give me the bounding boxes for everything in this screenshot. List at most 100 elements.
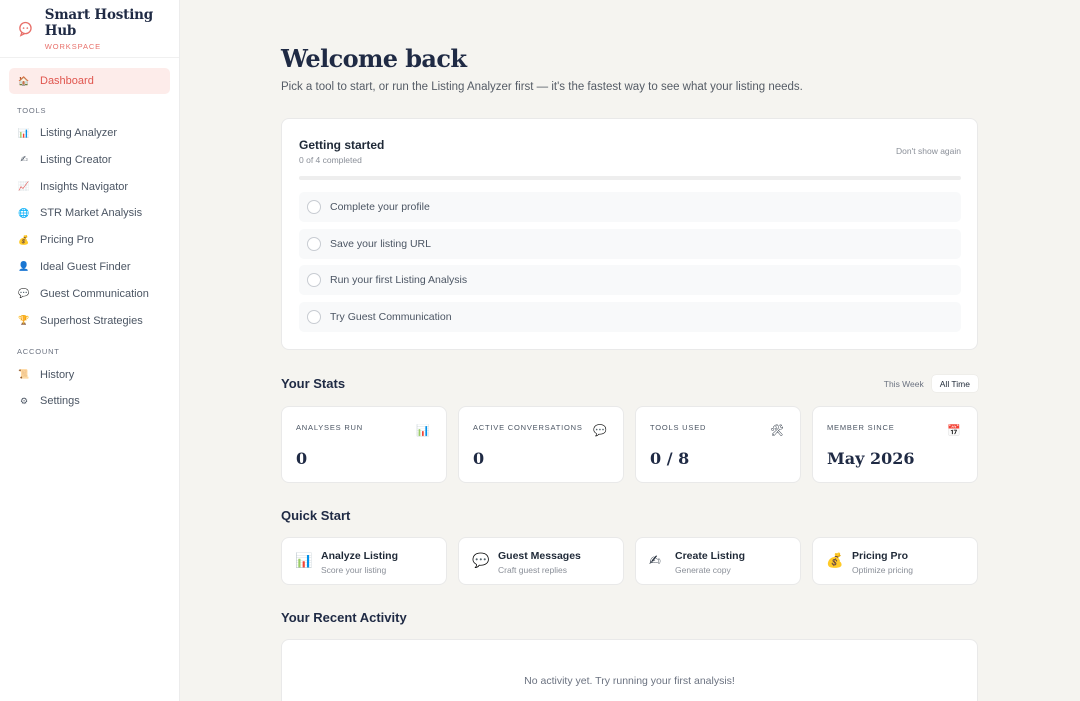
getting-started-count: 0 of 4 completed: [299, 155, 362, 165]
dont-show-again-button[interactable]: Don't show again: [896, 146, 961, 156]
checkbox-circle-icon[interactable]: [307, 310, 321, 325]
getting-started-title: Getting started: [299, 138, 385, 152]
sidebar: Smart Hosting Hub WORKSPACE 🏠 Dashboard …: [0, 0, 180, 701]
stat-value: 0: [296, 449, 308, 468]
quick-card-subtitle: Score your listing: [321, 565, 387, 575]
sidebar-item-insights-navigator[interactable]: 📈 Insights Navigator: [9, 174, 170, 200]
quick-start-row: 📊 Analyze Listing Score your listing 💬 G…: [281, 537, 978, 585]
checklist-item-label: Try Guest Communication: [330, 311, 452, 324]
trend-chart-icon: 📈: [18, 181, 30, 192]
speech-bubble-icon: 💬: [472, 552, 490, 568]
activity-empty-state: No activity yet. Try running your first …: [524, 675, 735, 687]
sidebar-item-superhost-strategies[interactable]: 🏆 Superhost Strategies: [9, 308, 170, 334]
page-subtitle: Pick a tool to start, or run the Listing…: [281, 81, 803, 93]
calendar-icon: 📅: [947, 425, 961, 437]
sidebar-item-label: Ideal Guest Finder: [40, 260, 131, 273]
quick-start-title: Quick Start: [281, 508, 351, 523]
sidebar-item-ideal-guest-finder[interactable]: 👤 Ideal Guest Finder: [9, 254, 170, 280]
checklist-item-guest-communication[interactable]: Try Guest Communication: [299, 302, 961, 333]
trophy-icon: 🏆: [18, 315, 30, 326]
quick-card-subtitle: Optimize pricing: [852, 565, 913, 575]
getting-started-progress: [299, 176, 961, 180]
stat-label: MEMBER SINCE: [827, 423, 895, 432]
history-icon: 📜: [18, 369, 30, 380]
sidebar-item-label: Insights Navigator: [40, 180, 129, 193]
quick-analyze-listing[interactable]: 📊 Analyze Listing Score your listing: [281, 537, 447, 585]
checklist-item-label: Save your listing URL: [330, 237, 431, 250]
sidebar-item-label: History: [40, 368, 75, 381]
quick-pricing-pro[interactable]: 💰 Pricing Pro Optimize pricing: [812, 537, 978, 585]
checklist-item-label: Run your first Listing Analysis: [330, 274, 468, 287]
globe-icon: 🌐: [18, 207, 30, 218]
bar-chart-icon: 📊: [416, 425, 430, 437]
quick-create-listing[interactable]: ✍ Create Listing Generate copy: [635, 537, 801, 585]
quick-card-subtitle: Generate copy: [675, 565, 731, 575]
money-bag-icon: 💰: [18, 234, 30, 245]
checkbox-circle-icon[interactable]: [307, 236, 321, 251]
sidebar-item-listing-creator[interactable]: ✍ Listing Creator: [9, 147, 170, 173]
sidebar-item-guest-communication[interactable]: 💬 Guest Communication: [9, 281, 170, 307]
toggle-this-week[interactable]: This Week: [876, 375, 932, 392]
sidebar-item-label: Listing Creator: [40, 153, 112, 166]
quick-guest-messages[interactable]: 💬 Guest Messages Craft guest replies: [458, 537, 624, 585]
house-icon: 🏠: [18, 75, 30, 86]
sidebar-item-label: Pricing Pro: [40, 234, 94, 247]
getting-started-card: Getting started 0 of 4 completed Don't s…: [281, 118, 978, 350]
toggle-all-time[interactable]: All Time: [931, 375, 978, 392]
sidebar-item-label: Guest Communication: [40, 287, 149, 300]
chat-logo-icon: [19, 21, 32, 37]
stat-card-conversations: ACTIVE CONVERSATIONS 💬 0: [458, 406, 624, 483]
checklist-item-profile[interactable]: Complete your profile: [299, 192, 961, 222]
quick-card-title: Pricing Pro: [852, 550, 909, 562]
quick-card-title: Guest Messages: [498, 550, 581, 562]
stats-row: ANALYSES RUN 📊 0 ACTIVE CONVERSATIONS 💬 …: [281, 406, 978, 483]
stat-value: 0 / 8: [650, 449, 690, 468]
gear-icon: ⚙: [19, 395, 29, 406]
tools-heading: TOOLS: [17, 105, 47, 115]
speech-bubble-icon: 💬: [18, 288, 30, 299]
sidebar-item-label: Settings: [40, 395, 80, 408]
sidebar-item-label: STR Market Analysis: [40, 207, 143, 220]
sidebar-item-str-market-analysis[interactable]: 🌐 STR Market Analysis: [9, 200, 170, 226]
stat-card-tools-used: TOOLS USED 🛠 0 / 8: [635, 406, 801, 483]
stat-label: TOOLS USED: [650, 423, 707, 432]
person-icon: 👤: [18, 261, 30, 272]
brand[interactable]: Smart Hosting Hub WORKSPACE: [0, 0, 179, 58]
bar-chart-icon: 📊: [295, 552, 313, 568]
checkbox-circle-icon[interactable]: [307, 200, 321, 214]
writing-hand-icon: ✍: [649, 552, 661, 568]
activity-title: Your Recent Activity: [281, 610, 407, 625]
bar-chart-icon: 📊: [18, 127, 30, 138]
sidebar-item-pricing-pro[interactable]: 💰 Pricing Pro: [9, 227, 170, 253]
checklist-item-listing-url[interactable]: Save your listing URL: [299, 228, 961, 259]
checklist: Complete your profile Save your listing …: [299, 192, 961, 339]
stat-label: ACTIVE CONVERSATIONS: [473, 423, 583, 432]
checklist-item-label: Complete your profile: [330, 201, 430, 213]
quick-card-subtitle: Craft guest replies: [498, 565, 567, 575]
checklist-item-first-analysis[interactable]: Run your first Listing Analysis: [299, 265, 961, 296]
account-heading: ACCOUNT: [17, 347, 60, 357]
stat-value: 0: [473, 449, 485, 468]
brand-name: Smart Hosting Hub: [44, 6, 153, 39]
stats-range-toggle: This Week All Time: [876, 375, 978, 392]
tools-icon: 🛠: [770, 425, 784, 437]
sidebar-nav: 🏠 Dashboard TOOLS 📊 Listing Analyzer ✍ L…: [0, 58, 179, 414]
money-bag-icon: 💰: [826, 552, 844, 568]
main-content: Welcome back Pick a tool to start, or ru…: [181, 0, 1080, 701]
stat-value: May 2026: [827, 449, 915, 468]
quick-card-title: Create Listing: [675, 550, 746, 562]
stat-card-analyses: ANALYSES RUN 📊 0: [281, 406, 447, 483]
sidebar-item-settings[interactable]: ⚙ Settings: [9, 388, 170, 414]
sidebar-item-listing-analyzer[interactable]: 📊 Listing Analyzer: [9, 120, 170, 146]
sidebar-item-history[interactable]: 📜 History: [9, 362, 170, 388]
quick-card-title: Analyze Listing: [321, 550, 399, 562]
sidebar-item-label: Superhost Strategies: [40, 314, 143, 327]
checkbox-circle-icon[interactable]: [307, 273, 321, 288]
stats-title: Your Stats: [281, 376, 346, 391]
writing-hand-icon: ✍: [20, 154, 28, 165]
page-title: Welcome back: [281, 44, 467, 73]
stat-label: ANALYSES RUN: [296, 423, 363, 432]
sidebar-item-dashboard[interactable]: 🏠 Dashboard: [9, 68, 170, 94]
recent-activity-card: No activity yet. Try running your first …: [281, 639, 978, 701]
sidebar-item-label: Dashboard: [40, 75, 94, 87]
